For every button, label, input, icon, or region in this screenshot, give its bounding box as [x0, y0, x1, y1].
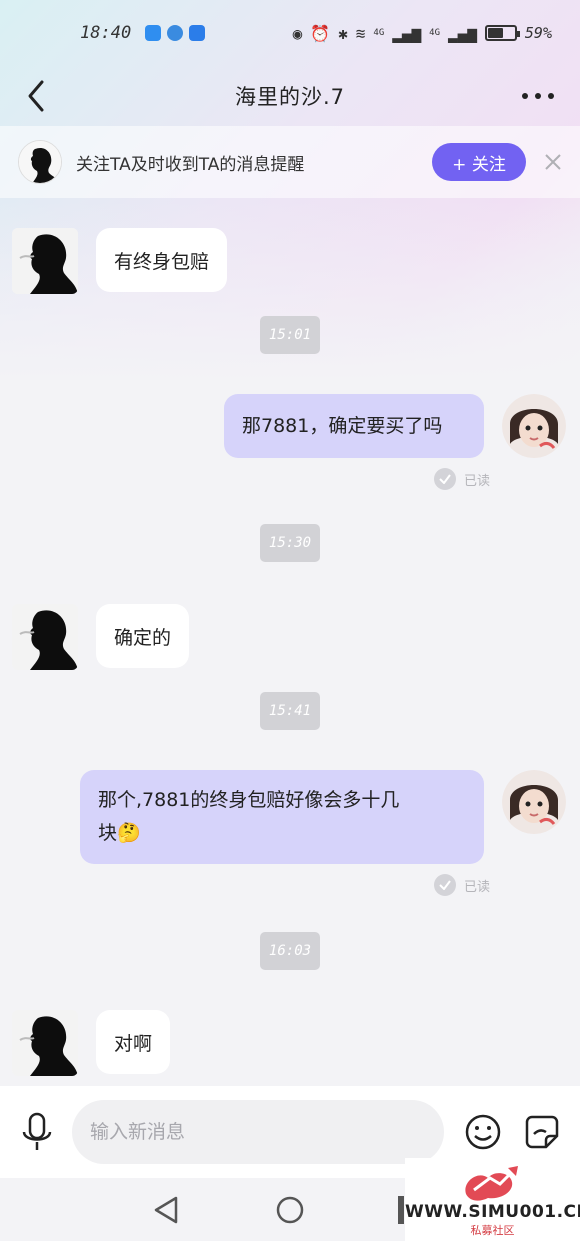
check-icon — [434, 468, 456, 490]
user-avatar-icon — [502, 770, 566, 834]
time-separator: 15:41 — [260, 692, 320, 730]
message-text: 确定的 — [114, 626, 172, 649]
network-label-1: 4G — [373, 28, 385, 38]
sender-avatar[interactable] — [12, 1010, 78, 1076]
follow-banner: 关注TA及时收到TA的消息提醒 + 关注 — [0, 126, 580, 198]
system-home-icon[interactable] — [276, 1196, 304, 1224]
message-text: 块 — [98, 822, 118, 844]
time-separator-text: 15:30 — [268, 535, 312, 551]
back-arrow-icon[interactable] — [22, 78, 52, 114]
signal-icon: ▂▄▆ — [448, 23, 477, 43]
contact-avatar[interactable] — [18, 140, 62, 184]
sender-avatar[interactable] — [12, 604, 78, 670]
eye-icon: ◉ — [292, 23, 303, 43]
silhouette-icon — [12, 1010, 78, 1076]
status-right: ◉ ⏰ ✱ ≋ 4G ▂▄▆ 4G ▂▄▆ 59% — [293, 24, 552, 43]
emoji-icon[interactable] — [464, 1113, 502, 1151]
message-outgoing: 那个,7881的终身包赔好像会多十几 块🤔 — [80, 770, 566, 864]
message-incoming: 对啊 — [12, 1010, 171, 1076]
status-app-icons — [145, 25, 206, 41]
silhouette-icon — [12, 604, 78, 670]
alarm-icon: ⏰ — [310, 23, 331, 43]
time-separator-text: 16:03 — [268, 943, 312, 959]
read-status-text: 已读 — [464, 879, 491, 895]
message-incoming: 有终身包赔 — [12, 228, 228, 294]
follow-button[interactable]: + 关注 — [432, 143, 526, 181]
message-bubble[interactable]: 那个,7881的终身包赔好像会多十几 块🤔 — [80, 770, 484, 864]
message-input[interactable] — [72, 1100, 444, 1164]
watermark: WWW.SIMU001.CN 私募社区 — [405, 1158, 580, 1241]
read-receipt: 已读 — [434, 468, 490, 490]
globe-icon — [167, 25, 184, 41]
system-back-icon[interactable] — [152, 1195, 180, 1225]
check-icon — [434, 874, 456, 896]
wifi-icon: ≋ — [355, 23, 366, 43]
user-avatar-icon — [502, 394, 566, 458]
message-text: 有终身包赔 — [114, 250, 210, 273]
my-avatar[interactable] — [502, 770, 566, 834]
watermark-url: WWW.SIMU001.CN — [405, 1202, 580, 1222]
time-separator: 16:03 — [260, 932, 320, 970]
message-bubble[interactable]: 确定的 — [96, 604, 190, 668]
shield-icon — [145, 25, 162, 41]
read-receipt: 已读 — [434, 874, 490, 896]
follow-button-label: + 关注 — [452, 154, 506, 175]
message-text-line-1: 那个,7881的终身包赔好像会多十几 — [98, 789, 400, 811]
sticker-icon[interactable] — [524, 1114, 560, 1150]
bluetooth-icon: ✱ — [338, 23, 348, 43]
cloud-icon — [189, 25, 206, 41]
watermark-logo — [465, 1166, 518, 1201]
battery-percent: 59% — [524, 24, 552, 42]
message-bubble[interactable]: 有终身包赔 — [96, 228, 228, 292]
signal-icon: ▂▄▆ — [392, 23, 422, 43]
sender-avatar[interactable] — [12, 228, 78, 294]
network-label-2: 4G — [429, 28, 440, 38]
microphone-icon[interactable] — [20, 1112, 54, 1152]
close-icon[interactable] — [544, 153, 562, 171]
message-outgoing: 那7881，确定要买了吗 — [224, 394, 566, 458]
chat-title: 海里的沙.7 — [234, 85, 346, 109]
time-separator-text: 15:01 — [268, 327, 312, 343]
silhouette-icon — [12, 228, 78, 294]
silhouette-icon — [19, 141, 61, 183]
message-bubble[interactable]: 对啊 — [96, 1010, 171, 1074]
time-separator: 15:01 — [260, 316, 320, 354]
thinking-emoji: 🤔 — [117, 822, 141, 844]
time-separator: 15:30 — [260, 524, 320, 562]
status-time: 18:40 — [80, 23, 132, 43]
battery-level — [487, 28, 504, 38]
watermark-subtitle: 私募社区 — [470, 1224, 515, 1237]
status-bar: 18:40 ◉ ⏰ ✱ ≋ 4G ▂▄▆ 4G ▂▄▆ 59% — [0, 0, 580, 66]
nav-bar: 海里的沙.7 — [0, 66, 580, 126]
more-options-icon[interactable] — [520, 84, 556, 108]
message-text: 对啊 — [114, 1032, 153, 1055]
my-avatar[interactable] — [502, 394, 566, 458]
message-bubble[interactable]: 那7881，确定要买了吗 — [224, 394, 484, 458]
message-text-line-2: 块🤔 — [98, 817, 141, 850]
time-separator-text: 15:41 — [268, 703, 312, 719]
message-incoming: 确定的 — [12, 604, 190, 670]
follow-prompt-text: 关注TA及时收到TA的消息提醒 — [76, 154, 305, 175]
battery-icon — [484, 25, 520, 41]
read-status-text: 已读 — [464, 473, 491, 489]
message-list[interactable]: 有终身包赔 15:01 那7881，确定要买了吗 已读 15:30 确定的 15… — [0, 198, 580, 1086]
message-text: 那7881，确定要买了吗 — [242, 414, 443, 437]
system-recents-icon[interactable] — [398, 1196, 404, 1224]
